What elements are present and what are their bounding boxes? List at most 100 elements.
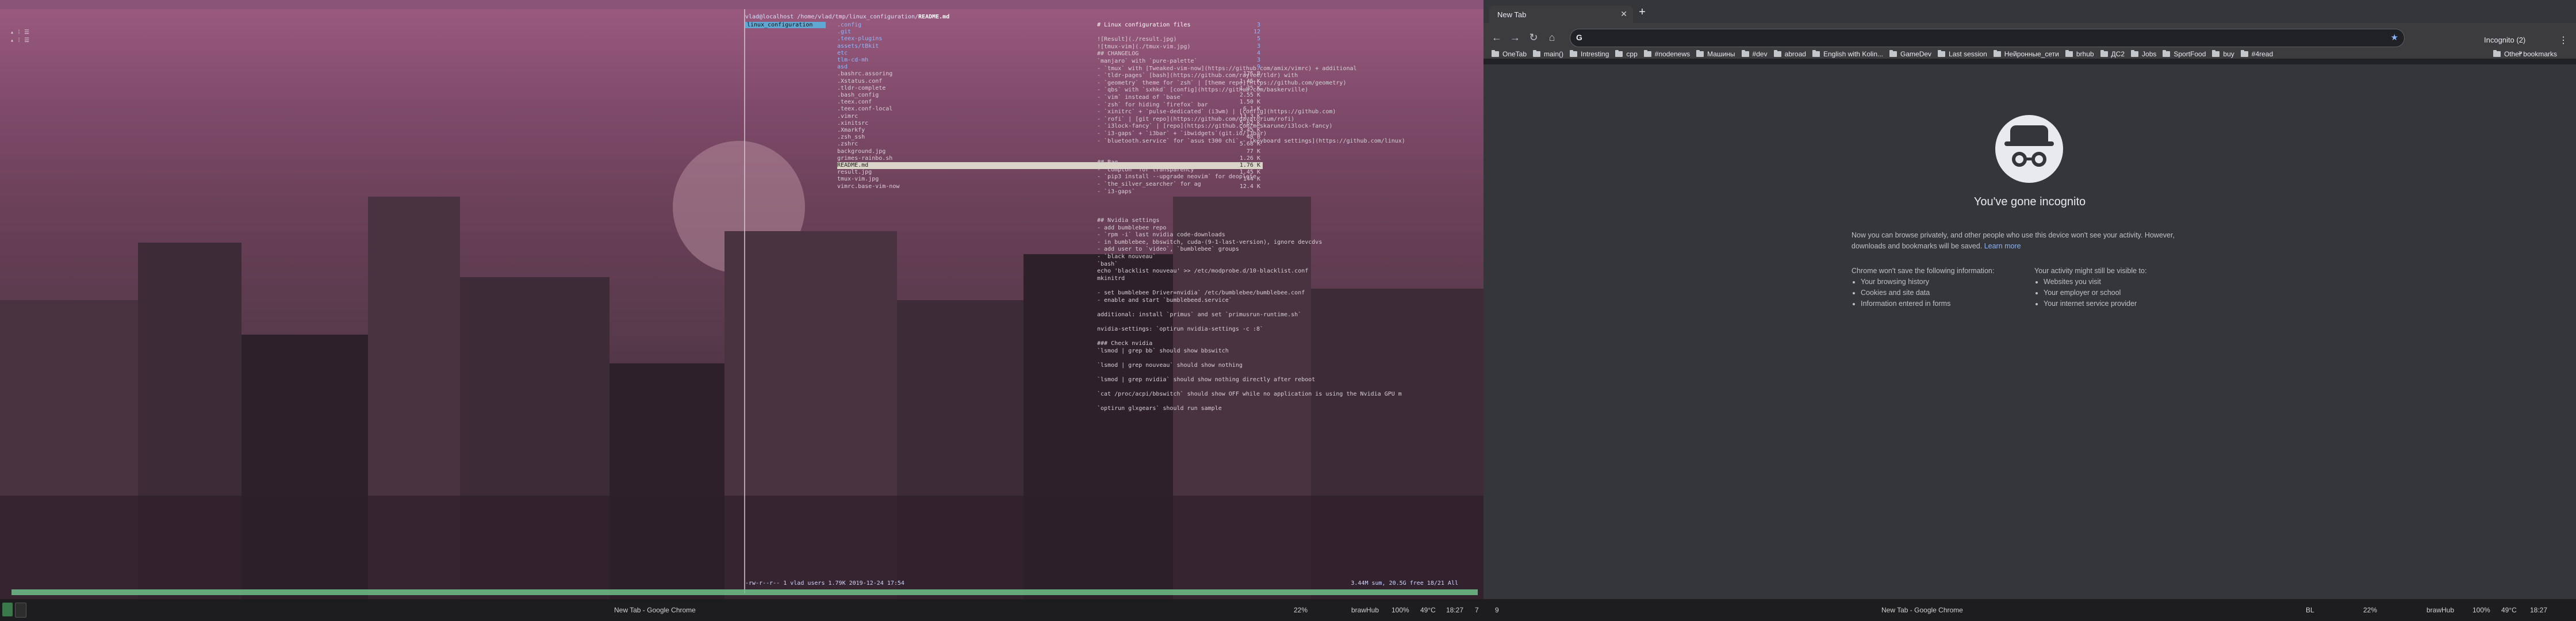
preview-line: `manjaro` with `pure-palette` bbox=[1097, 57, 1198, 64]
bookmark-label: Машины bbox=[1707, 50, 1735, 58]
preview-line: ### Check nvidia bbox=[1097, 340, 1153, 347]
bookmark-item[interactable]: #4read bbox=[2240, 50, 2273, 58]
other-bookmarks[interactable]: Other bookmarks bbox=[2493, 47, 2563, 61]
left-terminal-pane[interactable]: ▴ ⁞ ☰ ▴ ⁞ ☰ bbox=[10, 29, 29, 45]
menu-kebab-icon[interactable]: ⋮ bbox=[2559, 34, 2568, 46]
chrome-window[interactable]: New Tab ✕ + ← → ↻ ⌂ G ★ Incognito (2) ⋮ … bbox=[1483, 0, 2576, 599]
visible-to-list: Your activity might still be visible to:… bbox=[2034, 266, 2146, 309]
ranger-status-bar: -rw-r--r-- 1 vlad users 1.79K 2019-12-24… bbox=[745, 580, 1458, 586]
ranger-parent-column[interactable]: linux_configuration bbox=[745, 22, 826, 28]
file-name: .tldr-complete bbox=[837, 85, 886, 91]
bookmark-label: Intresting bbox=[1581, 50, 1609, 58]
folder-icon bbox=[2493, 50, 2501, 57]
preview-line: additional: install `primus` and set `pr… bbox=[1097, 311, 1302, 318]
tab-new-tab[interactable]: New Tab ✕ bbox=[1489, 6, 1633, 23]
bookmark-label: abroad bbox=[1784, 50, 1806, 58]
stat-text: 7 bbox=[1475, 606, 1479, 614]
file-name: .zsh_ssh bbox=[837, 134, 865, 141]
preview-line: - `qbs` with `sxhkd` [config](https://gi… bbox=[1097, 87, 1309, 94]
bookmark-item[interactable]: main() bbox=[1533, 50, 1563, 58]
preview-line: # Linux configuration files bbox=[1097, 22, 1191, 28]
bookmark-item[interactable]: Last session bbox=[1938, 50, 1987, 58]
preview-line bbox=[1097, 398, 1459, 406]
bookmark-item[interactable]: Машины bbox=[1696, 50, 1735, 58]
preview-line: - enable and start `bumblebeed.service` bbox=[1097, 297, 1232, 304]
preview-line: - `xinitrc` + `pulse-dedicated` (i3wm) |… bbox=[1097, 109, 1336, 116]
preview-line bbox=[1097, 203, 1459, 210]
clock-text: 18:27 bbox=[2530, 606, 2548, 614]
workspace-indicator[interactable] bbox=[2, 603, 13, 616]
preview-line: ## Bag bbox=[1097, 159, 1118, 166]
bookmark-label: main() bbox=[1544, 50, 1564, 58]
preview-line: echo 'blacklist nouveau' >> /etc/modprob… bbox=[1097, 268, 1309, 275]
bookmark-item[interactable]: Нейронные_сети bbox=[1993, 50, 2059, 58]
parent-dir-item[interactable]: linux_configuration bbox=[745, 22, 826, 28]
incognito-indicator[interactable]: Incognito (2) bbox=[2484, 36, 2525, 44]
back-arrow-icon[interactable]: ← bbox=[1489, 30, 1504, 45]
learn-more-link[interactable]: Learn more bbox=[1984, 242, 2021, 250]
bookmark-item[interactable]: ДС2 bbox=[2100, 50, 2125, 58]
bookmark-item[interactable]: Intresting bbox=[1570, 50, 1609, 58]
preview-line bbox=[1097, 195, 1459, 203]
temp-stat: 49°C bbox=[2501, 606, 2517, 614]
preview-line bbox=[1097, 355, 1459, 362]
top-sky-strip bbox=[0, 0, 1483, 9]
bookmark-item[interactable]: #nodenews bbox=[1643, 50, 1690, 58]
bookmark-item[interactable]: #dev bbox=[1741, 50, 1768, 58]
preview-line bbox=[1097, 304, 1459, 312]
visible-title: Your activity might still be visible to: bbox=[2034, 267, 2147, 275]
list-item: Your employer or school bbox=[2044, 288, 2146, 298]
reload-icon[interactable]: ↻ bbox=[1526, 30, 1541, 45]
bookmark-item[interactable]: Jobs bbox=[2131, 50, 2156, 58]
bookmark-item[interactable]: buy bbox=[2212, 50, 2234, 58]
bookmark-item[interactable]: cpp bbox=[1615, 50, 1638, 58]
preview-line: - `rofi` | [git repo](https://github.com… bbox=[1097, 116, 1295, 122]
preview-line: - `rpm -i` last nvidia code-downloads bbox=[1097, 232, 1225, 239]
folder-icon bbox=[1696, 50, 1704, 57]
file-name: .bashrc.assoring bbox=[837, 71, 893, 78]
file-name: .zshrc bbox=[837, 141, 858, 148]
bookmark-label: Нейронные_сети bbox=[2004, 50, 2059, 58]
file-name: .teex-plugins bbox=[837, 36, 883, 43]
workspace-indicator[interactable] bbox=[15, 603, 26, 618]
list-item: Your internet service provider bbox=[2044, 298, 2146, 309]
star-icon[interactable]: ★ bbox=[2391, 32, 2398, 43]
close-icon[interactable]: ✕ bbox=[1620, 9, 1627, 19]
battery-stat: 100% bbox=[1392, 606, 1409, 614]
file-name: grimes-rainbo.sh bbox=[837, 155, 893, 162]
bookmark-label: buy bbox=[2223, 50, 2234, 58]
preview-line bbox=[1097, 334, 1459, 341]
preview-line bbox=[1097, 384, 1459, 392]
list-item: Cookies and site data bbox=[1861, 288, 1994, 298]
bookmark-item[interactable]: English with Kolin... bbox=[1812, 50, 1883, 58]
bookmark-label: English with Kolin... bbox=[1823, 50, 1884, 58]
preview-line: `cat /proc/acpi/bbswitch` should show OF… bbox=[1097, 391, 1402, 398]
wont-save-list: Chrome won't save the following informat… bbox=[1851, 266, 1994, 309]
stat-text: 9 bbox=[1495, 606, 1499, 614]
bookmark-label: Jobs bbox=[2142, 50, 2157, 58]
bookmark-item[interactable]: brhub bbox=[2065, 50, 2094, 58]
preview-line bbox=[1097, 29, 1459, 37]
bookmark-label: SportFood bbox=[2174, 50, 2206, 58]
preview-line: - `tldr-pages` [bash](https://github.com… bbox=[1097, 72, 1298, 79]
bookmark-item[interactable]: abroad bbox=[1773, 50, 1806, 58]
incognito-page: You've gone incognito Now you can browse… bbox=[1483, 64, 2576, 599]
preview-line bbox=[1097, 145, 1459, 152]
bookmark-item[interactable]: OneTab bbox=[1492, 50, 1527, 58]
preview-line: - `tmux` with [Tweaked-vim-now](https://… bbox=[1097, 65, 1357, 72]
new-tab-button[interactable]: + bbox=[1635, 6, 1649, 20]
ranger-file-manager[interactable]: vlad@localhost /home/vlad/tmp/linux_conf… bbox=[745, 12, 1458, 593]
forward-arrow-icon[interactable]: → bbox=[1508, 30, 1523, 45]
preview-line: - `i3-gaps` + `i3bar` + `ibwidgets`(git.… bbox=[1097, 130, 1267, 137]
wont-save-title: Chrome won't save the following informat… bbox=[1851, 267, 1995, 275]
preview-line: ![Result](./result.jpg) bbox=[1097, 36, 1177, 43]
preview-line: - `the_silver_searcher` for ag bbox=[1097, 181, 1201, 188]
bookmark-item[interactable]: GameDev bbox=[1889, 50, 1931, 58]
preview-line: - `black nouveau` bbox=[1097, 254, 1156, 260]
bookmark-item[interactable]: SportFood bbox=[2163, 50, 2206, 58]
preview-line: - `pip3 install --upgrade neovim` for de… bbox=[1097, 174, 1256, 181]
preview-line: `bash` bbox=[1097, 260, 1118, 267]
address-bar[interactable]: G ★ bbox=[1570, 29, 2405, 47]
preview-line: nvidia-settings: `optirun nvidia-setting… bbox=[1097, 325, 1263, 332]
home-icon[interactable]: ⌂ bbox=[1544, 30, 1559, 45]
